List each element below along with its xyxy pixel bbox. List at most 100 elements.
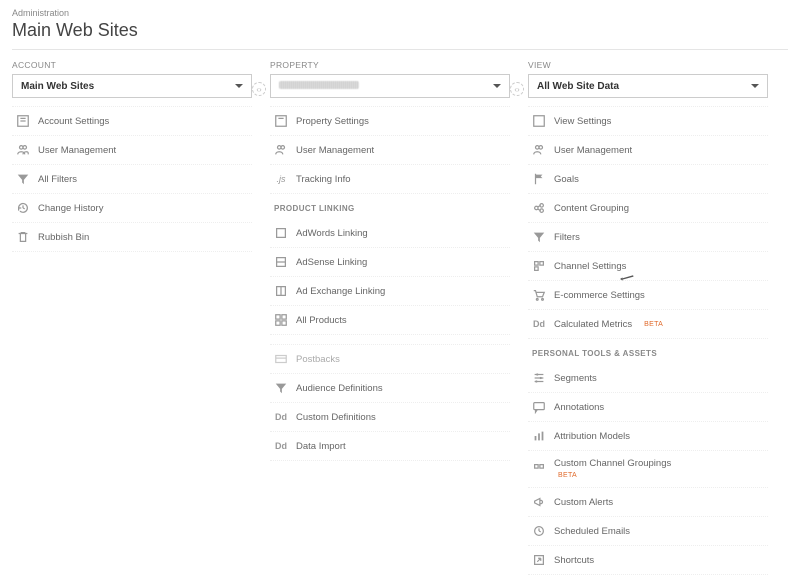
nav-property-settings[interactable]: Property Settings bbox=[270, 107, 510, 136]
nav-view-user-management[interactable]: User Management bbox=[528, 136, 768, 165]
settings-page-icon bbox=[532, 114, 546, 128]
annotation-icon bbox=[532, 400, 546, 414]
list-item-label: View Settings bbox=[554, 116, 611, 127]
nav-segments[interactable]: Segments bbox=[528, 364, 768, 393]
property-column: PROPERTY ‹› Property Settings User Manag… bbox=[270, 60, 510, 461]
list-item-label: All Products bbox=[296, 315, 347, 326]
list-item-label: Channel Settings bbox=[554, 261, 626, 272]
view-list: View Settings User Management Goals Cont… bbox=[528, 106, 768, 575]
list-item-label: Filters bbox=[554, 232, 580, 243]
nav-annotations[interactable]: Annotations bbox=[528, 393, 768, 422]
redacted-text bbox=[279, 81, 359, 89]
list-item-label: Calculated Metrics bbox=[554, 319, 632, 330]
link-circle-icon: ‹› bbox=[252, 82, 266, 96]
nav-account-settings[interactable]: Account Settings bbox=[12, 107, 252, 136]
nav-shortcuts[interactable]: Shortcuts bbox=[528, 546, 768, 575]
nav-ecommerce-settings[interactable]: E-commerce Settings bbox=[528, 281, 768, 310]
bars-icon bbox=[532, 429, 546, 443]
nav-change-history[interactable]: Change History bbox=[12, 194, 252, 223]
metrics-icon: Dd bbox=[532, 317, 546, 331]
nav-attribution-models[interactable]: Attribution Models bbox=[528, 422, 768, 451]
account-selector[interactable]: Main Web Sites bbox=[12, 74, 252, 98]
filter-icon bbox=[532, 230, 546, 244]
list-item-label: Content Grouping bbox=[554, 203, 629, 214]
history-icon bbox=[16, 201, 30, 215]
section-head-personal-tools: PERSONAL TOOLS & ASSETS bbox=[528, 339, 768, 364]
list-item-label: Custom Channel Groupings bbox=[554, 458, 671, 469]
nav-content-grouping[interactable]: Content Grouping bbox=[528, 194, 768, 223]
nav-adexchange-linking[interactable]: Ad Exchange Linking bbox=[270, 277, 510, 306]
users-icon bbox=[532, 143, 546, 157]
list-item-label: Rubbish Bin bbox=[38, 232, 89, 243]
cart-icon bbox=[532, 288, 546, 302]
list-item-label: E-commerce Settings bbox=[554, 290, 645, 301]
adexchange-icon bbox=[274, 284, 288, 298]
nav-property-user-management[interactable]: User Management bbox=[270, 136, 510, 165]
beta-badge: BETA bbox=[644, 321, 663, 328]
group-icon bbox=[532, 201, 546, 215]
nav-account-user-management[interactable]: User Management bbox=[12, 136, 252, 165]
nav-tracking-info[interactable]: .js Tracking Info bbox=[270, 165, 510, 194]
admin-columns: ACCOUNT Main Web Sites ‹› Account Settin… bbox=[12, 60, 788, 575]
nav-postbacks[interactable]: Postbacks bbox=[270, 345, 510, 374]
list-item-label: Custom Definitions bbox=[296, 412, 376, 423]
list-item-label: Shortcuts bbox=[554, 555, 594, 566]
list-item-label: Goals bbox=[554, 174, 579, 185]
channel-icon bbox=[532, 462, 546, 476]
list-item-label: Scheduled Emails bbox=[554, 526, 630, 537]
nav-view-settings[interactable]: View Settings bbox=[528, 107, 768, 136]
list-item-label: Property Settings bbox=[296, 116, 369, 127]
list-item-label: Attribution Models bbox=[554, 431, 630, 442]
flag-icon bbox=[532, 172, 546, 186]
nav-goals[interactable]: Goals bbox=[528, 165, 768, 194]
list-item-label: User Management bbox=[554, 145, 632, 156]
view-selector[interactable]: All Web Site Data bbox=[528, 74, 768, 98]
grid-icon bbox=[274, 313, 288, 327]
code-icon: .js bbox=[274, 172, 288, 186]
list-item-label: User Management bbox=[296, 145, 374, 156]
nav-custom-alerts[interactable]: Custom Alerts bbox=[528, 488, 768, 517]
adsense-icon bbox=[274, 255, 288, 269]
list-item-label: Tracking Info bbox=[296, 174, 351, 185]
nav-audience-definitions[interactable]: Audience Definitions bbox=[270, 374, 510, 403]
nav-all-filters[interactable]: All Filters bbox=[12, 165, 252, 194]
list-item-label: Custom Alerts bbox=[554, 497, 613, 508]
clock-icon bbox=[532, 524, 546, 538]
list-item-label: User Management bbox=[38, 145, 116, 156]
postbacks-icon bbox=[274, 352, 288, 366]
beta-badge: BETA bbox=[558, 472, 577, 479]
nav-custom-definitions[interactable]: Dd Custom Definitions bbox=[270, 403, 510, 432]
view-column-head: VIEW bbox=[528, 60, 768, 70]
nav-channel-settings[interactable]: Channel Settings bbox=[528, 252, 768, 281]
caret-down-icon bbox=[493, 84, 501, 88]
trash-icon bbox=[16, 230, 30, 244]
property-selector[interactable] bbox=[270, 74, 510, 98]
nav-data-import[interactable]: Dd Data Import bbox=[270, 432, 510, 461]
users-icon bbox=[274, 143, 288, 157]
list-item-label: All Filters bbox=[38, 174, 77, 185]
nav-adsense-linking[interactable]: AdSense Linking bbox=[270, 248, 510, 277]
nav-calculated-metrics[interactable]: Dd Calculated Metrics BETA bbox=[528, 310, 768, 339]
list-item-label: AdSense Linking bbox=[296, 257, 367, 268]
users-icon bbox=[16, 143, 30, 157]
list-item-label: Segments bbox=[554, 373, 597, 384]
adwords-icon bbox=[274, 226, 288, 240]
nav-adwords-linking[interactable]: AdWords Linking bbox=[270, 219, 510, 248]
list-item-label: Ad Exchange Linking bbox=[296, 286, 385, 297]
property-selector-value bbox=[279, 81, 359, 92]
list-item-label: Postbacks bbox=[296, 354, 340, 365]
nav-view-filters[interactable]: Filters bbox=[528, 223, 768, 252]
channel-icon bbox=[532, 259, 546, 273]
list-item-label: AdWords Linking bbox=[296, 228, 368, 239]
list-item-label: Data Import bbox=[296, 441, 346, 452]
settings-page-icon bbox=[274, 114, 288, 128]
list-item-label: Change History bbox=[38, 203, 103, 214]
nav-all-products[interactable]: All Products bbox=[270, 306, 510, 335]
nav-custom-channel-groupings[interactable]: Custom Channel Groupings BETA bbox=[528, 451, 768, 488]
list-item-label: Account Settings bbox=[38, 116, 109, 127]
divider bbox=[12, 49, 788, 50]
settings-page-icon bbox=[16, 114, 30, 128]
nav-scheduled-emails[interactable]: Scheduled Emails bbox=[528, 517, 768, 546]
caret-down-icon bbox=[751, 84, 759, 88]
nav-rubbish-bin[interactable]: Rubbish Bin bbox=[12, 223, 252, 252]
